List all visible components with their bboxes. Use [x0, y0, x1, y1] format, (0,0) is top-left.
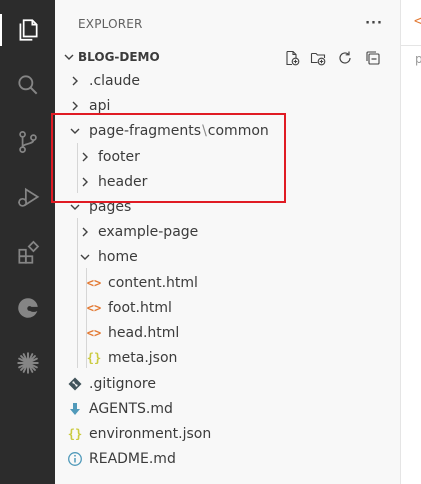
tree-file-agents-md[interactable]: AGENTS.md: [55, 397, 400, 422]
tree-folder-example-page[interactable]: example-page: [55, 220, 400, 245]
tree-label: api: [89, 98, 111, 114]
html-file-icon: <>: [86, 301, 102, 315]
tree-file-readme-md[interactable]: README.md: [55, 447, 400, 472]
collapse-folders-button[interactable]: [363, 48, 383, 68]
explorer-title: EXPLORER: [78, 17, 143, 31]
tree-label: .claude: [89, 73, 140, 89]
new-folder-icon: [310, 52, 326, 66]
search-icon: [17, 75, 37, 95]
vscode-window: EXPLORER ··· BLOG-DEMO .claude api page-…: [0, 0, 421, 484]
json-file-icon: {}: [86, 351, 102, 365]
git-file-icon: [68, 377, 82, 391]
extensions-activity-button[interactable]: [0, 231, 55, 275]
info-icon: [68, 452, 82, 466]
tree-label: home: [98, 249, 138, 265]
files-icon: [19, 19, 38, 41]
tree-label: meta.json: [108, 350, 178, 366]
more-actions-button[interactable]: ···: [363, 13, 385, 33]
tree-file-gitignore[interactable]: .gitignore: [55, 372, 400, 397]
new-file-icon: [286, 50, 300, 66]
explorer-activity-button[interactable]: [0, 8, 55, 52]
run-debug-activity-button[interactable]: [0, 176, 55, 220]
edge-browser-icon: [17, 298, 38, 318]
tree-file-content-html[interactable]: <> content.html: [55, 271, 400, 296]
activity-bar: [0, 0, 55, 484]
refresh-icon: [339, 51, 351, 64]
html-file-icon: <>: [86, 326, 102, 340]
html-file-icon: <: [414, 14, 421, 29]
tree-label: .gitignore: [89, 376, 156, 392]
run-debug-icon: [17, 187, 39, 207]
new-file-button[interactable]: [282, 48, 302, 68]
tree-label: content.html: [108, 275, 198, 291]
json-file-icon: {}: [67, 427, 83, 441]
tree-folder-home[interactable]: home: [55, 245, 400, 270]
collapse-all-icon: [366, 51, 380, 65]
markdown-download-icon: [70, 403, 80, 415]
tree-label: foot.html: [108, 300, 172, 316]
extensions-icon: [17, 240, 39, 264]
workspace-section-header[interactable]: BLOG-DEMO: [55, 46, 400, 68]
tree-file-environment-json[interactable]: {} environment.json: [55, 422, 400, 447]
tree-file-meta-json[interactable]: {} meta.json: [55, 346, 400, 371]
chevron-right-icon: [72, 76, 78, 86]
editor-area: < p: [400, 0, 421, 484]
edge-tools-activity-button[interactable]: [0, 286, 55, 330]
explorer-panel: EXPLORER ··· BLOG-DEMO .claude api page-…: [51, 0, 400, 484]
editor-tab[interactable]: <: [401, 0, 421, 46]
refresh-explorer-button[interactable]: [335, 48, 355, 68]
workspace-title: BLOG-DEMO: [78, 50, 160, 64]
annotation-highlight-box: [51, 113, 286, 203]
tree-label: environment.json: [89, 426, 212, 442]
new-folder-button[interactable]: [308, 48, 328, 68]
sparkle-icon: [16, 352, 39, 374]
tree-label: README.md: [89, 451, 176, 467]
tree-label: head.html: [108, 325, 180, 341]
tree-label: AGENTS.md: [89, 401, 173, 417]
tree-file-head-html[interactable]: <> head.html: [55, 321, 400, 346]
asterisk-activity-button[interactable]: [0, 341, 55, 385]
breadcrumb: p: [415, 52, 421, 66]
search-activity-button[interactable]: [0, 63, 55, 107]
explorer-header: EXPLORER ···: [55, 0, 400, 46]
source-control-activity-button[interactable]: [0, 120, 55, 164]
editor-body[interactable]: p: [401, 46, 421, 484]
chevron-right-icon: [82, 227, 88, 237]
chevron-down-icon: [64, 54, 74, 60]
tree-label: example-page: [98, 224, 199, 240]
tree-folder-claude[interactable]: .claude: [55, 69, 400, 94]
chevron-right-icon: [72, 101, 78, 111]
chevron-down-icon: [80, 254, 90, 260]
html-file-icon: <>: [86, 276, 102, 290]
source-control-icon: [18, 131, 37, 153]
tree-file-foot-html[interactable]: <> foot.html: [55, 296, 400, 321]
